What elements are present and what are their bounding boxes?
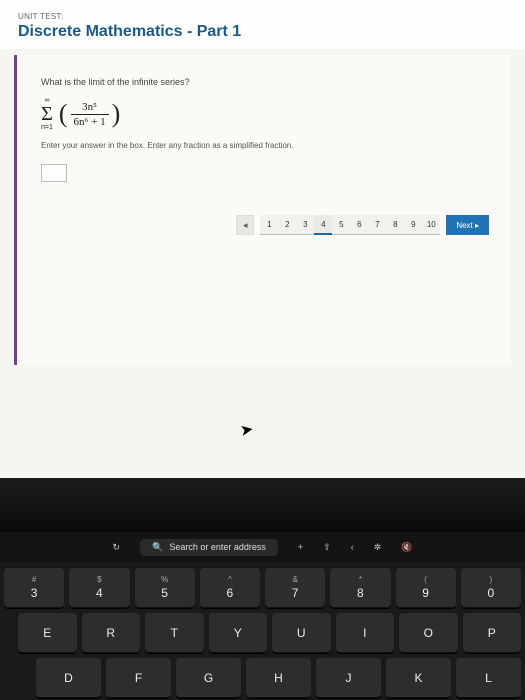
- key-3[interactable]: #3: [4, 568, 64, 608]
- pager-number-8[interactable]: 8: [386, 215, 404, 235]
- sigma-symbol: Σ: [41, 104, 53, 124]
- back-icon[interactable]: ‹: [351, 542, 354, 552]
- key-7[interactable]: &7: [265, 568, 325, 608]
- key-H[interactable]: H: [246, 658, 311, 698]
- plus-icon[interactable]: +: [298, 542, 303, 552]
- refresh-icon[interactable]: ↻: [113, 542, 121, 553]
- key-R[interactable]: R: [82, 613, 141, 653]
- mute-icon[interactable]: 🔇: [401, 542, 412, 553]
- key-U[interactable]: U: [272, 613, 331, 653]
- fraction-numerator: 3n⁵: [79, 101, 100, 114]
- key-L[interactable]: L: [456, 658, 521, 698]
- key-I[interactable]: I: [336, 613, 395, 653]
- fraction-denominator: 6n⁶ + 1: [71, 114, 109, 128]
- key-D[interactable]: D: [36, 658, 101, 698]
- pager-number-3[interactable]: 3: [296, 215, 314, 235]
- pager-prev-button[interactable]: ◂: [236, 215, 254, 235]
- sigma-block: ∞ Σ n=1: [41, 97, 53, 131]
- key-F[interactable]: F: [106, 658, 171, 698]
- share-icon[interactable]: ⇧: [323, 542, 331, 553]
- pager-number-10[interactable]: 10: [422, 215, 440, 235]
- touch-bar: ↻ 🔍 Search or enter address + ⇧ ‹ ✲ 🔇: [0, 532, 525, 562]
- paren-block: ( 3n⁵ 6n⁶ + 1 ): [59, 99, 120, 129]
- pager: ◂ 12345678910 Next ▸: [236, 215, 489, 235]
- sigma-lower-bound: n=1: [41, 124, 53, 131]
- address-search[interactable]: 🔍 Search or enter address: [140, 539, 278, 556]
- question-prompt: What is the limit of the infinite series…: [41, 77, 489, 87]
- pager-number-2[interactable]: 2: [278, 215, 296, 235]
- key-5[interactable]: %5: [135, 568, 195, 608]
- key-O[interactable]: O: [399, 613, 458, 653]
- cursor-icon: ➤: [238, 419, 255, 441]
- key-0[interactable]: )0: [461, 568, 521, 608]
- key-Y[interactable]: Y: [209, 613, 268, 653]
- key-K[interactable]: K: [386, 658, 451, 698]
- key-4[interactable]: $4: [69, 568, 129, 608]
- key-9[interactable]: (9: [396, 568, 456, 608]
- key-6[interactable]: ^6: [200, 568, 260, 608]
- search-placeholder: Search or enter address: [169, 542, 266, 552]
- key-G[interactable]: G: [176, 658, 241, 698]
- pager-next-button[interactable]: Next ▸: [446, 215, 489, 235]
- laptop-bezel: [0, 478, 525, 532]
- unit-test-label: UNIT TEST:: [18, 12, 507, 21]
- key-J[interactable]: J: [316, 658, 381, 698]
- fraction: 3n⁵ 6n⁶ + 1: [71, 101, 109, 128]
- page-header: UNIT TEST: Discrete Mathematics - Part 1: [0, 0, 525, 49]
- pager-number-9[interactable]: 9: [404, 215, 422, 235]
- right-paren: ): [112, 99, 121, 129]
- summation-formula: ∞ Σ n=1 ( 3n⁵ 6n⁶ + 1 ): [41, 97, 489, 131]
- brightness-icon[interactable]: ✲: [374, 542, 382, 553]
- pager-number-5[interactable]: 5: [332, 215, 350, 235]
- keyboard: #3$4%5^6&7*8(9)0 ERTYUIOP DFGHJKL: [0, 562, 525, 700]
- pager-number-1[interactable]: 1: [260, 215, 278, 235]
- key-8[interactable]: *8: [330, 568, 390, 608]
- answer-input[interactable]: [41, 164, 67, 182]
- key-P[interactable]: P: [463, 613, 522, 653]
- pager-number-7[interactable]: 7: [368, 215, 386, 235]
- answer-instruction: Enter your answer in the box. Enter any …: [41, 141, 489, 150]
- question-card: What is the limit of the infinite series…: [14, 55, 511, 365]
- search-icon: 🔍: [152, 542, 163, 553]
- key-T[interactable]: T: [145, 613, 204, 653]
- key-E[interactable]: E: [18, 613, 77, 653]
- pager-number-6[interactable]: 6: [350, 215, 368, 235]
- course-title: Discrete Mathematics - Part 1: [18, 23, 507, 41]
- left-paren: (: [59, 99, 68, 129]
- pager-number-4[interactable]: 4: [314, 215, 332, 235]
